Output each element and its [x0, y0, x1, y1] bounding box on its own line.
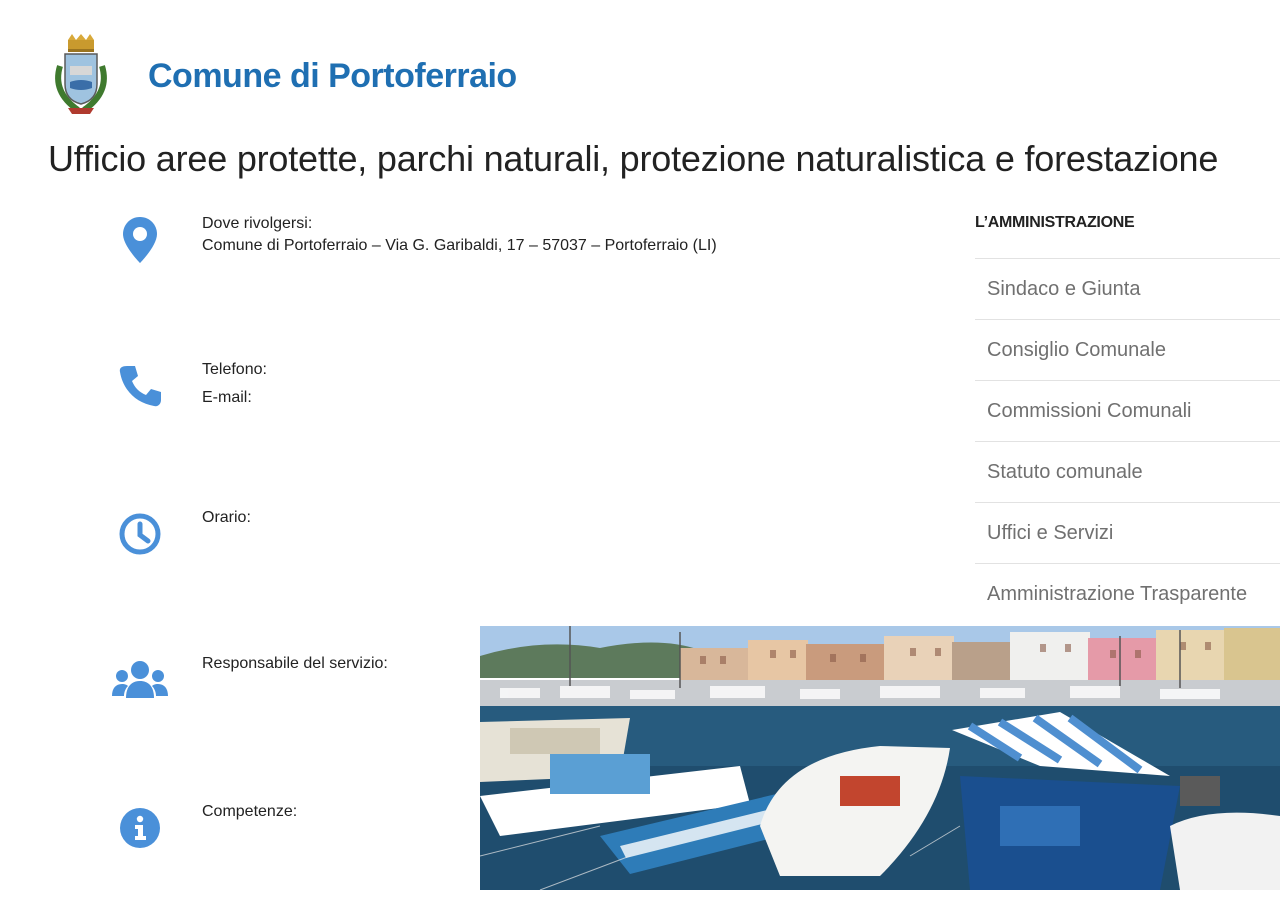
clock-icon	[100, 504, 180, 564]
contacts-row: Telefono: E-mail:	[100, 356, 820, 436]
phone-label: Telefono:	[202, 361, 267, 378]
location-row: Dove rivolgersi: Comune di Portoferraio …	[100, 210, 820, 290]
manager-label: Responsabile del servizio:	[202, 655, 388, 672]
municipal-crest-icon[interactable]	[48, 34, 114, 118]
sidebar-item-uffici-servizi[interactable]: Uffici e Servizi	[975, 503, 1280, 564]
hours-row: Orario:	[100, 504, 820, 584]
competences-text: Competenze:	[202, 798, 297, 826]
site-title-link[interactable]: Comune di Portoferraio	[148, 59, 517, 93]
hours-label: Orario:	[202, 509, 251, 526]
email-label: E-mail:	[202, 389, 252, 406]
sidebar-item-statuto-comunale[interactable]: Statuto comunale	[975, 442, 1280, 503]
location-text: Dove rivolgersi: Comune di Portoferraio …	[202, 210, 717, 260]
harbor-boats-photo	[480, 626, 1280, 890]
users-icon	[100, 650, 180, 710]
phone-icon	[100, 356, 180, 416]
sidebar-item-commissioni-comunali[interactable]: Commissioni Comunali	[975, 381, 1280, 442]
sidebar-item-consiglio-comunale[interactable]: Consiglio Comunale	[975, 320, 1280, 381]
hours-text: Orario:	[202, 504, 251, 532]
sidebar-item-sindaco-giunta[interactable]: Sindaco e Giunta	[975, 259, 1280, 320]
map-marker-icon	[100, 210, 180, 270]
sidebar-item-amministrazione-trasparente[interactable]: Amministrazione Trasparente	[975, 564, 1280, 624]
info-icon	[100, 798, 180, 858]
site-header: Comune di Portoferraio	[48, 34, 517, 118]
location-address: Comune di Portoferraio – Via G. Garibald…	[202, 237, 717, 254]
manager-text: Responsabile del servizio:	[202, 650, 388, 678]
competences-label: Competenze:	[202, 803, 298, 820]
page-title: Ufficio aree protette, parchi naturali, …	[48, 138, 1219, 179]
contacts-text: Telefono: E-mail:	[202, 356, 267, 412]
administration-sidebar: L’AMMINISTRAZIONE Sindaco e Giunta Consi…	[975, 200, 1280, 624]
sidebar-heading: L’AMMINISTRAZIONE	[975, 200, 1280, 259]
sidebar-list: Sindaco e Giunta Consiglio Comunale Comm…	[975, 259, 1280, 624]
